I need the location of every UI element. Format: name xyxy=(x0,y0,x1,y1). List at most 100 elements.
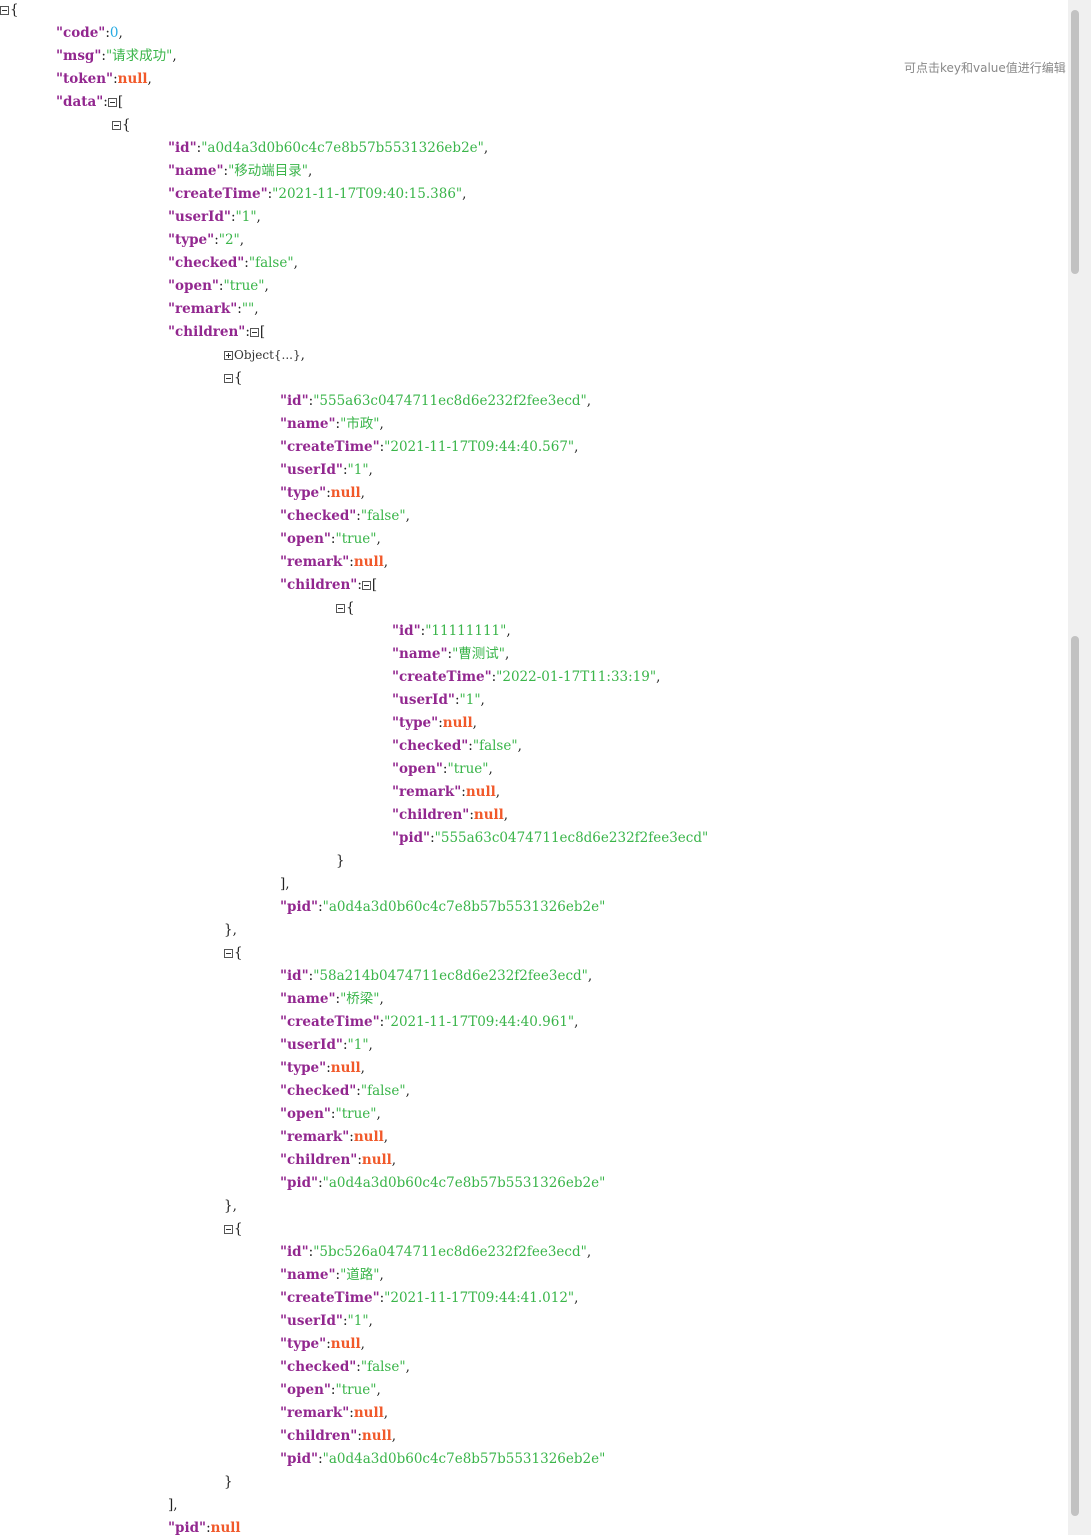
json-string-value[interactable]: "桥梁" xyxy=(340,991,379,1007)
json-key[interactable]: "createTime" xyxy=(280,1014,380,1030)
json-key[interactable]: "token" xyxy=(56,71,113,87)
json-key[interactable]: "type" xyxy=(280,1060,326,1076)
json-string-value[interactable]: "1" xyxy=(348,1037,369,1053)
json-key[interactable]: "checked" xyxy=(280,1083,356,1099)
collapse-icon[interactable] xyxy=(112,121,121,130)
json-string-value[interactable]: "1" xyxy=(460,692,481,708)
json-key[interactable]: "open" xyxy=(168,278,219,294)
json-string-value[interactable]: "2021-11-17T09:44:41.012" xyxy=(384,1290,574,1306)
json-key[interactable]: "type" xyxy=(168,232,214,248)
json-key[interactable]: "type" xyxy=(392,715,438,731)
json-key[interactable]: "children" xyxy=(168,324,245,340)
json-key[interactable]: "id" xyxy=(168,140,197,156)
json-key[interactable]: "pid" xyxy=(280,899,318,915)
json-key[interactable]: "name" xyxy=(280,991,336,1007)
json-string-value[interactable]: "a0d4a3d0b60c4c7e8b57b5531326eb2e" xyxy=(201,140,484,156)
collapse-icon[interactable] xyxy=(0,6,9,15)
json-string-value[interactable]: "555a63c0474711ec8d6e232f2fee3ecd" xyxy=(313,393,587,409)
json-string-value[interactable]: "2021-11-17T09:40:15.386" xyxy=(272,186,462,202)
json-string-value[interactable]: "1" xyxy=(348,462,369,478)
json-null-value[interactable]: null xyxy=(354,1405,384,1421)
collapsed-object-summary[interactable]: Object{...} xyxy=(234,348,301,362)
json-key[interactable]: "name" xyxy=(392,646,448,662)
json-key[interactable]: "remark" xyxy=(280,554,349,570)
json-key[interactable]: "type" xyxy=(280,485,326,501)
json-null-value[interactable]: null xyxy=(466,784,496,800)
json-key[interactable]: "children" xyxy=(280,1152,357,1168)
json-key[interactable]: "type" xyxy=(280,1336,326,1352)
json-string-value[interactable]: "2022-01-17T11:33:19" xyxy=(496,669,656,685)
json-string-value[interactable]: "true" xyxy=(335,1106,376,1122)
json-key[interactable]: "remark" xyxy=(168,301,237,317)
json-key[interactable]: "name" xyxy=(280,1267,336,1283)
json-key[interactable]: "id" xyxy=(280,1244,309,1260)
json-key[interactable]: "createTime" xyxy=(392,669,492,685)
collapse-icon[interactable] xyxy=(249,328,259,337)
json-null-value[interactable]: null xyxy=(331,1060,361,1076)
json-key[interactable]: "checked" xyxy=(280,1359,356,1375)
json-string-value[interactable]: "false" xyxy=(361,1359,406,1375)
json-key[interactable]: "children" xyxy=(280,1428,357,1444)
json-null-value[interactable]: null xyxy=(354,554,384,570)
json-key[interactable]: "open" xyxy=(392,761,443,777)
json-string-value[interactable]: "false" xyxy=(473,738,518,754)
json-key[interactable]: "checked" xyxy=(280,508,356,524)
json-string-value[interactable]: "1" xyxy=(348,1313,369,1329)
json-string-value[interactable]: "1" xyxy=(236,209,257,225)
json-null-value[interactable]: null xyxy=(331,485,361,501)
json-key[interactable]: "checked" xyxy=(392,738,468,754)
json-string-value[interactable]: "false" xyxy=(361,1083,406,1099)
json-string-value[interactable]: "true" xyxy=(335,1382,376,1398)
json-string-value[interactable]: "2" xyxy=(219,232,240,248)
json-key[interactable]: "name" xyxy=(168,163,224,179)
json-string-value[interactable]: "2021-11-17T09:44:40.961" xyxy=(384,1014,574,1030)
json-string-value[interactable]: "a0d4a3d0b60c4c7e8b57b5531326eb2e" xyxy=(323,899,606,915)
json-string-value[interactable]: "58a214b0474711ec8d6e232f2fee3ecd" xyxy=(313,968,588,984)
json-string-value[interactable]: "false" xyxy=(361,508,406,524)
json-key[interactable]: "data" xyxy=(56,94,103,110)
json-string-value[interactable]: "a0d4a3d0b60c4c7e8b57b5531326eb2e" xyxy=(323,1451,606,1467)
json-string-value[interactable]: "true" xyxy=(223,278,264,294)
json-key[interactable]: "open" xyxy=(280,1106,331,1122)
json-key[interactable]: "userId" xyxy=(280,462,343,478)
json-string-value[interactable]: "市政" xyxy=(340,416,379,432)
json-key[interactable]: "createTime" xyxy=(280,439,380,455)
json-key[interactable]: "code" xyxy=(56,25,105,41)
collapse-icon[interactable] xyxy=(224,1225,233,1234)
json-null-value[interactable]: null xyxy=(211,1520,241,1535)
json-string-value[interactable]: "true" xyxy=(447,761,488,777)
expand-icon[interactable] xyxy=(224,351,233,360)
json-string-value[interactable]: "false" xyxy=(249,255,294,271)
json-string-value[interactable]: "曹测试" xyxy=(452,646,505,662)
json-key[interactable]: "id" xyxy=(280,968,309,984)
json-key[interactable]: "userId" xyxy=(392,692,455,708)
json-null-value[interactable]: null xyxy=(443,715,473,731)
json-key[interactable]: "remark" xyxy=(280,1129,349,1145)
json-null-value[interactable]: null xyxy=(331,1336,361,1352)
json-key[interactable]: "remark" xyxy=(280,1405,349,1421)
scrollbar-thumb[interactable] xyxy=(1071,10,1079,274)
json-key[interactable]: "open" xyxy=(280,1382,331,1398)
json-key[interactable]: "children" xyxy=(392,807,469,823)
json-string-value[interactable]: "5bc526a0474711ec8d6e232f2fee3ecd" xyxy=(313,1244,587,1260)
json-string-value[interactable]: "555a63c0474711ec8d6e232f2fee3ecd" xyxy=(435,830,709,846)
json-key[interactable]: "pid" xyxy=(280,1451,318,1467)
json-key[interactable]: "userId" xyxy=(280,1313,343,1329)
json-key[interactable]: "createTime" xyxy=(168,186,268,202)
collapse-icon[interactable] xyxy=(224,949,233,958)
json-string-value[interactable]: "true" xyxy=(335,531,376,547)
json-key[interactable]: "msg" xyxy=(56,48,101,64)
json-string-value[interactable]: "请求成功" xyxy=(106,48,172,64)
json-null-value[interactable]: null xyxy=(362,1428,392,1444)
collapse-icon[interactable] xyxy=(336,604,345,613)
json-key[interactable]: "id" xyxy=(392,623,421,639)
json-key[interactable]: "name" xyxy=(280,416,336,432)
json-string-value[interactable]: "移动端目录" xyxy=(228,163,308,179)
json-key[interactable]: "children" xyxy=(280,577,357,593)
json-key[interactable]: "pid" xyxy=(168,1520,206,1535)
json-null-value[interactable]: null xyxy=(474,807,504,823)
json-key[interactable]: "remark" xyxy=(392,784,461,800)
json-string-value[interactable]: "a0d4a3d0b60c4c7e8b57b5531326eb2e" xyxy=(323,1175,606,1191)
collapse-icon[interactable] xyxy=(224,374,233,383)
json-key[interactable]: "pid" xyxy=(280,1175,318,1191)
